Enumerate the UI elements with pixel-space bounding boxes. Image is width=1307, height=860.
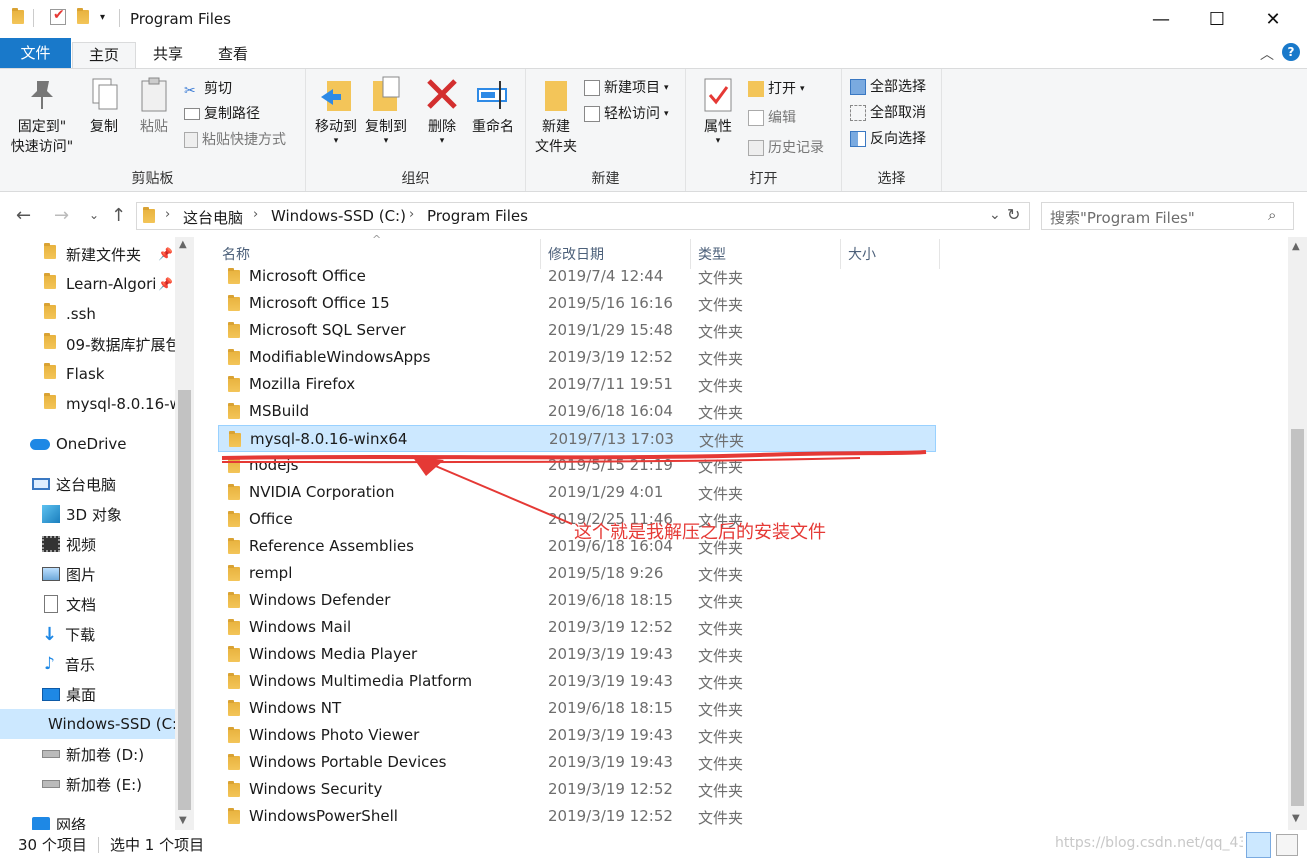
scroll-thumb[interactable] xyxy=(1291,429,1304,806)
scroll-down-icon[interactable]: ▼ xyxy=(1292,813,1300,824)
annotation-text: 这个就是我解压之后的安装文件 xyxy=(574,522,826,543)
details-view-icon[interactable] xyxy=(1246,832,1271,858)
selection-count: 选中 1 个项目 xyxy=(110,836,205,854)
watermark-text: https://blog.csdn.net/qq_43 xyxy=(1055,835,1243,851)
annotation-overlay xyxy=(221,450,927,525)
item-count: 30 个项目 xyxy=(18,836,87,854)
divider xyxy=(98,837,99,853)
annotation-underline xyxy=(221,450,927,460)
scroll-up-icon[interactable]: ▲ xyxy=(1292,241,1300,252)
list-scrollbar[interactable]: ▲ ▼ xyxy=(1288,237,1307,830)
status-bar: 30 个项目 选中 1 个项目 https://blog.csdn.net/qq… xyxy=(0,830,1307,860)
large-icons-view-icon[interactable] xyxy=(1276,834,1298,856)
